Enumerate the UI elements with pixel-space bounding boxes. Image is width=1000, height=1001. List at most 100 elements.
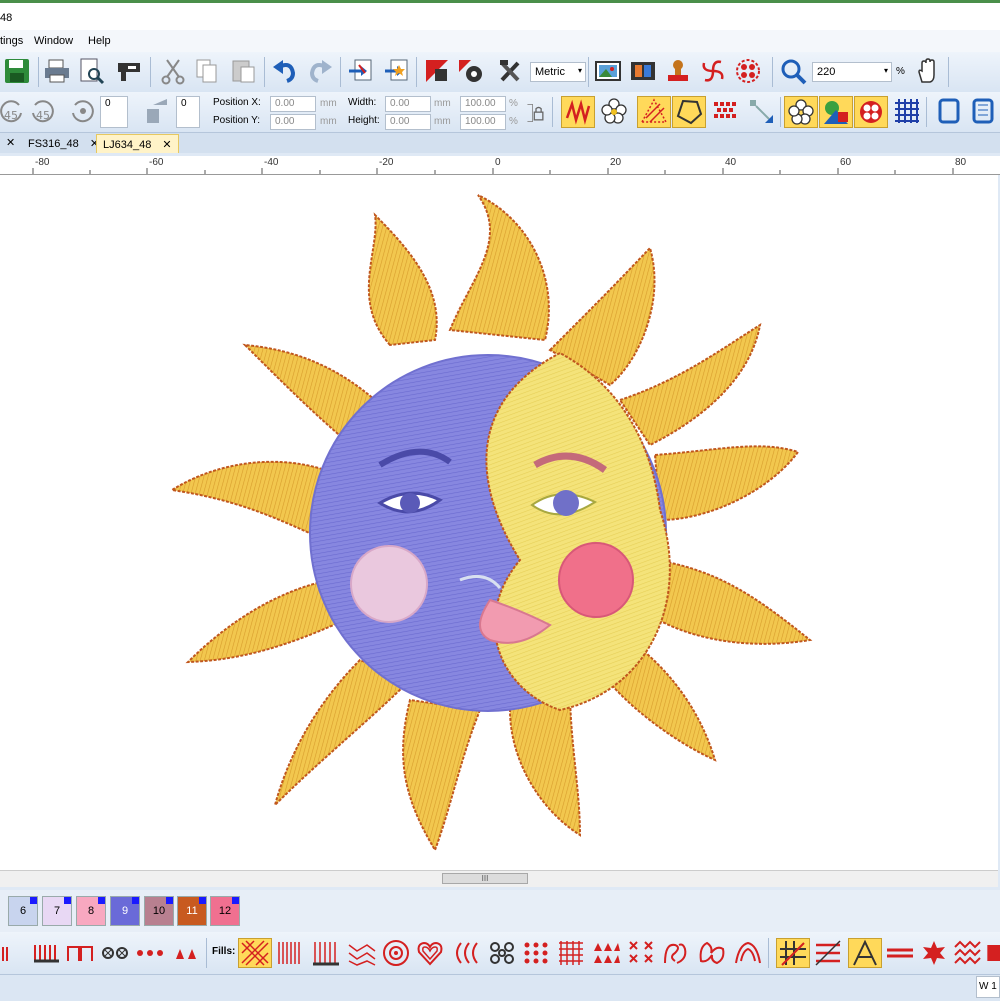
rotate-angle-input[interactable]: 0 — [100, 96, 128, 128]
fill-zigzag-icon[interactable] — [346, 938, 378, 968]
lattice-icon[interactable] — [776, 938, 810, 968]
gear-star-icon[interactable] — [918, 938, 950, 968]
print-icon[interactable] — [42, 56, 72, 86]
redo-icon[interactable] — [305, 56, 335, 86]
running-stitch-icon[interactable] — [0, 938, 26, 968]
zoom-input[interactable]: 220 ▾ — [812, 62, 892, 82]
copy-icon[interactable] — [192, 56, 222, 86]
ruler-label: 40 — [725, 157, 737, 168]
cut-icon[interactable] — [158, 56, 188, 86]
fill-arcs-icon[interactable] — [450, 938, 482, 968]
menu-settings[interactable]: tings — [0, 35, 23, 47]
zoom-icon[interactable] — [778, 56, 808, 86]
flower-shape-icon[interactable] — [597, 96, 631, 126]
slant-angle-input[interactable]: 0 — [176, 96, 200, 128]
close-icon[interactable]: ✕ — [162, 139, 171, 151]
fill-vertical-icon[interactable] — [274, 938, 306, 968]
height-percent-field[interactable]: 100.00 — [460, 114, 506, 130]
settings-gear-icon[interactable] — [456, 56, 486, 86]
position-x-value: 0.00 — [275, 98, 295, 109]
red-grid-fill-icon[interactable] — [708, 96, 742, 126]
ruler-label: 80 — [955, 157, 967, 168]
import-icon[interactable] — [346, 56, 376, 86]
color-swatch[interactable]: 11 — [177, 896, 207, 926]
rotate-right-45-icon[interactable]: 45 — [28, 96, 58, 126]
color-swatch[interactable]: 8 — [76, 896, 106, 926]
stripes-icon[interactable] — [812, 938, 844, 968]
hoop-grid-icon[interactable] — [966, 96, 1000, 126]
menu-bar: tings Window Help — [0, 30, 1000, 52]
design-canvas[interactable] — [0, 175, 998, 870]
color-swatch[interactable]: 7 — [42, 896, 72, 926]
position-x-field[interactable]: 0.00 — [270, 96, 316, 112]
zigzag-fill-icon[interactable] — [952, 938, 984, 968]
fill-grid-icon[interactable] — [555, 938, 587, 968]
export-icon[interactable] — [382, 56, 412, 86]
grid-icon[interactable] — [890, 96, 924, 126]
bracket-stitch-icon[interactable] — [64, 938, 96, 968]
fill-feather-icon[interactable] — [732, 938, 764, 968]
color-swatch[interactable]: 12 — [210, 896, 240, 926]
satin-stitch-icon[interactable] — [561, 96, 595, 128]
width-field[interactable]: 0.00 — [385, 96, 431, 112]
polygon-fill-icon[interactable] — [672, 96, 706, 128]
fill-ornament-icon[interactable] — [696, 938, 728, 968]
slant-icon[interactable] — [142, 96, 172, 126]
tab-lj634[interactable]: LJ634_48 ✕ — [96, 134, 179, 153]
rotate-left-45-icon[interactable]: 45 — [0, 96, 26, 126]
applique-icon[interactable] — [733, 56, 763, 86]
fill-tatami-icon[interactable] — [238, 938, 272, 968]
shapes-icon[interactable] — [819, 96, 853, 128]
color-flag-icon[interactable] — [422, 56, 452, 86]
fill-swirl-icon[interactable] — [660, 938, 692, 968]
film-strip-icon[interactable] — [628, 56, 658, 86]
pan-hand-icon[interactable] — [912, 56, 942, 86]
dot-stitch-icon[interactable] — [134, 938, 166, 968]
cross-stitch-icon[interactable] — [99, 938, 131, 968]
send-to-machine-icon[interactable] — [114, 56, 144, 86]
menu-help[interactable]: Help — [88, 35, 111, 47]
stamp-icon[interactable] — [663, 56, 693, 86]
more-fills-icon[interactable] — [986, 938, 1000, 968]
motif-a-icon[interactable] — [848, 938, 882, 968]
node-path-icon[interactable] — [744, 96, 778, 126]
tab-fs316[interactable]: FS316_48 ✕ — [22, 134, 105, 153]
dash-line-icon[interactable] — [884, 938, 916, 968]
fill-heart-icon[interactable] — [414, 938, 446, 968]
save-icon[interactable] — [2, 56, 32, 86]
unit-mm: mm — [434, 98, 451, 109]
height-field[interactable]: 0.00 — [385, 114, 431, 130]
undo-icon[interactable] — [270, 56, 300, 86]
swatch-number: 8 — [87, 905, 95, 917]
fill-crosses-icon[interactable] — [626, 938, 658, 968]
fill-dots-icon[interactable] — [520, 938, 552, 968]
width-percent-field[interactable]: 100.00 — [460, 96, 506, 112]
background-image-icon[interactable] — [593, 56, 623, 86]
tools-icon[interactable] — [496, 56, 526, 86]
paste-icon[interactable] — [228, 56, 258, 86]
position-y-field[interactable]: 0.00 — [270, 114, 316, 130]
applique-flower-icon[interactable] — [854, 96, 888, 128]
color-swatch[interactable]: 10 — [144, 896, 174, 926]
fill-pattern-icon[interactable] — [637, 96, 671, 128]
hoop-icon[interactable] — [932, 96, 966, 126]
print-preview-icon[interactable] — [76, 56, 106, 86]
fill-triangles-icon[interactable] — [590, 938, 622, 968]
rotate-free-icon[interactable] — [68, 96, 98, 126]
units-select[interactable]: Metric ▾ — [530, 62, 586, 82]
lock-aspect-icon[interactable] — [524, 98, 548, 128]
separator — [552, 97, 553, 127]
color-swatch[interactable]: 6 — [8, 896, 38, 926]
fill-mandala-icon[interactable] — [380, 938, 412, 968]
pinwheel-icon[interactable] — [698, 56, 728, 86]
scrollbar-thumb[interactable]: III — [442, 873, 528, 884]
close-icon[interactable]: ✕ — [6, 136, 15, 149]
fill-knot-icon[interactable] — [486, 938, 518, 968]
fill-comb-icon[interactable] — [310, 938, 342, 968]
triangle-stitch-icon[interactable] — [170, 938, 202, 968]
horizontal-scrollbar[interactable]: III — [0, 870, 998, 887]
menu-window[interactable]: Window — [34, 35, 73, 47]
motif-flower-icon[interactable] — [784, 96, 818, 128]
comb-stitch-icon[interactable] — [30, 938, 62, 968]
color-swatch[interactable]: 9 — [110, 896, 140, 926]
